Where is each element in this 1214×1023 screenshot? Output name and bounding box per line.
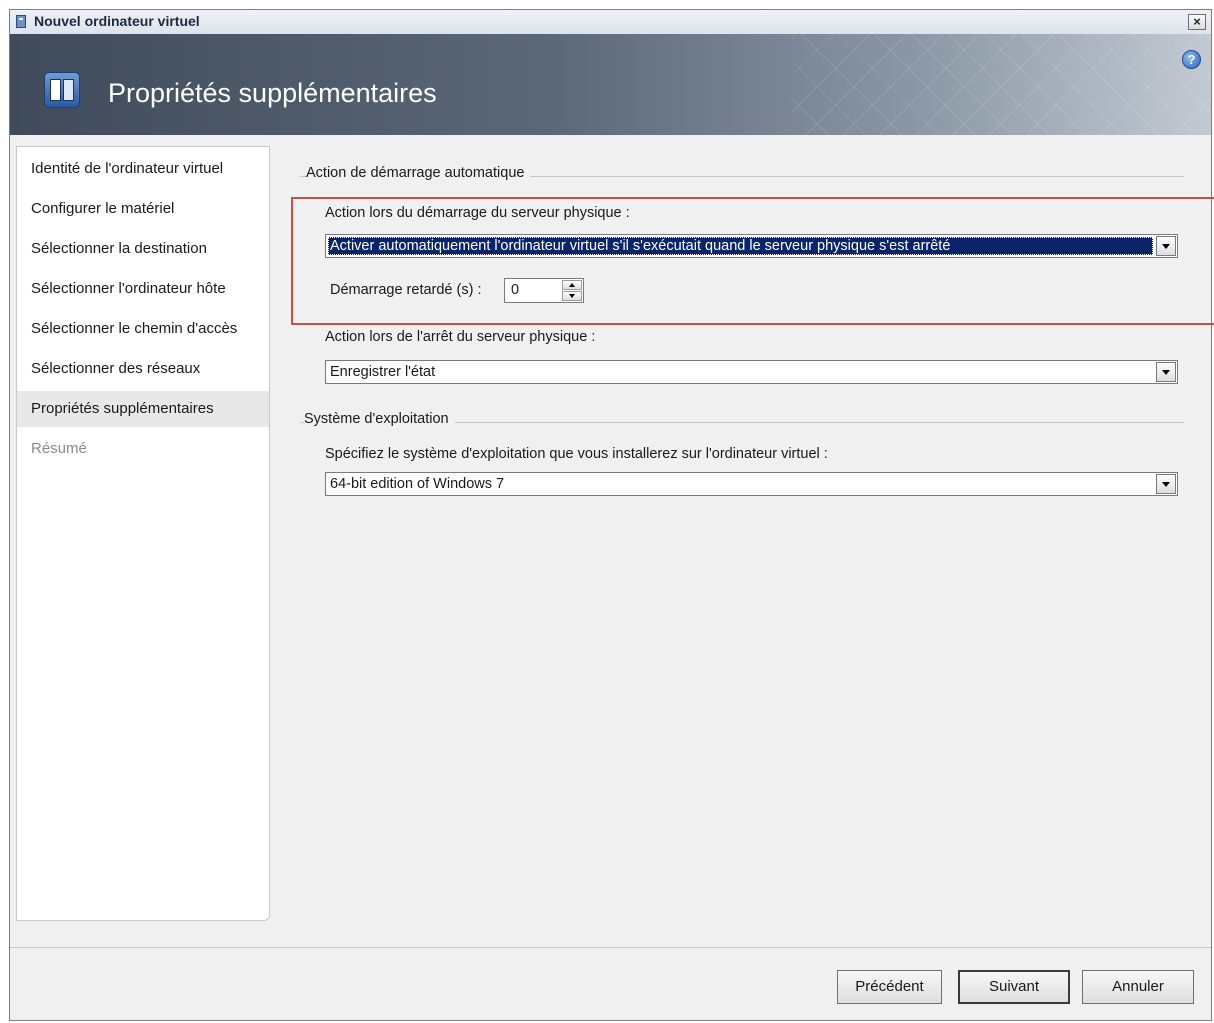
window-title: Nouvel ordinateur virtuel bbox=[34, 13, 200, 29]
sidebar-item-identity[interactable]: Identité de l'ordinateur virtuel bbox=[17, 151, 269, 187]
sidebar-item-additional-properties[interactable]: Propriétés supplémentaires bbox=[17, 391, 269, 427]
vm-properties-icon bbox=[44, 72, 80, 108]
startup-action-value: Activer automatiquement l'ordinateur vir… bbox=[328, 237, 1153, 255]
chevron-down-icon[interactable] bbox=[1156, 474, 1176, 494]
sidebar-item-destination[interactable]: Sélectionner la destination bbox=[17, 231, 269, 267]
next-button[interactable]: Suivant bbox=[958, 970, 1070, 1004]
wizard-steps-sidebar: Identité de l'ordinateur virtuel Configu… bbox=[16, 146, 270, 921]
spin-up-icon[interactable] bbox=[562, 280, 582, 290]
header-banner: Propriétés supplémentaires ? bbox=[10, 34, 1211, 135]
close-icon: × bbox=[1193, 14, 1201, 29]
spin-buttons bbox=[562, 280, 582, 301]
title-bar: Nouvel ordinateur virtuel × bbox=[10, 10, 1211, 35]
shutdown-action-label: Action lors de l'arrêt du serveur physiq… bbox=[325, 329, 596, 345]
sidebar-item-networks[interactable]: Sélectionner des réseaux bbox=[17, 351, 269, 387]
wizard-window: Nouvel ordinateur virtuel × Propriétés s… bbox=[9, 9, 1214, 1021]
previous-button[interactable]: Précédent bbox=[837, 970, 942, 1004]
os-value: 64-bit edition of Windows 7 bbox=[330, 476, 505, 492]
shutdown-action-value: Enregistrer l'état bbox=[330, 364, 436, 380]
shutdown-action-dropdown[interactable]: Enregistrer l'état bbox=[325, 360, 1178, 384]
sidebar-item-hardware[interactable]: Configurer le matériel bbox=[17, 191, 269, 227]
startup-delay-label: Démarrage retardé (s) : bbox=[330, 282, 482, 298]
sidebar-item-summary: Résumé bbox=[31, 440, 87, 457]
window-icon bbox=[16, 15, 26, 28]
os-dropdown[interactable]: 64-bit edition of Windows 7 bbox=[325, 472, 1178, 496]
group-header-os: Système d'exploitation bbox=[304, 411, 455, 427]
sidebar-item-host[interactable]: Sélectionner l'ordinateur hôte bbox=[17, 271, 269, 307]
banner-pattern bbox=[791, 34, 1211, 135]
group-header-auto-start: Action de démarrage automatique bbox=[306, 165, 531, 181]
help-icon[interactable]: ? bbox=[1182, 50, 1201, 69]
startup-action-dropdown[interactable]: Activer automatiquement l'ordinateur vir… bbox=[325, 234, 1178, 258]
os-label: Spécifiez le système d'exploitation que … bbox=[325, 446, 828, 462]
sidebar-item-path[interactable]: Sélectionner le chemin d'accès bbox=[17, 311, 269, 347]
chevron-down-icon[interactable] bbox=[1156, 362, 1176, 382]
startup-delay-value: 0 bbox=[511, 282, 520, 298]
cancel-button[interactable]: Annuler bbox=[1082, 970, 1194, 1004]
close-button[interactable]: × bbox=[1188, 14, 1206, 30]
footer-divider bbox=[10, 947, 1211, 948]
startup-delay-stepper[interactable]: 0 bbox=[504, 278, 584, 303]
spin-down-icon[interactable] bbox=[562, 291, 582, 301]
startup-action-label: Action lors du démarrage du serveur phys… bbox=[325, 205, 630, 221]
page-title: Propriétés supplémentaires bbox=[108, 78, 437, 108]
chevron-down-icon[interactable] bbox=[1156, 236, 1176, 256]
